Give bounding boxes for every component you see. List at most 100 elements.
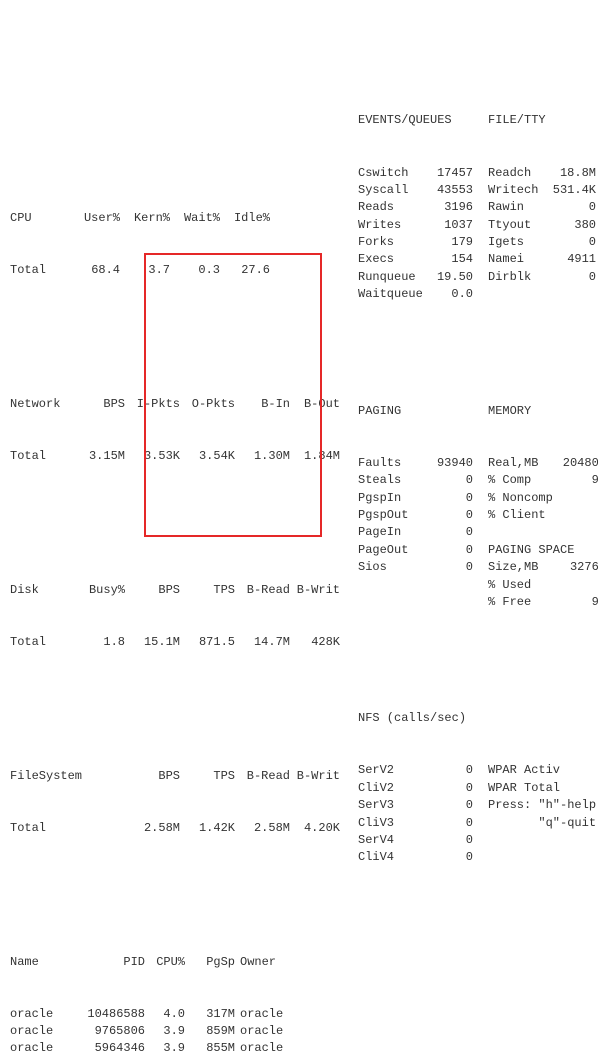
mem-val: 6 xyxy=(556,507,598,524)
fs-total-row: Total2.58M1.42K2.58M4.20K xyxy=(10,820,340,837)
cpu-h4: Idle% xyxy=(220,210,270,227)
event-val: 3196 xyxy=(428,199,473,216)
mem-name: % Client xyxy=(488,507,556,524)
nfs-val: 0 xyxy=(428,762,473,779)
file-name xyxy=(488,286,546,303)
proc-h2: CPU% xyxy=(145,954,185,971)
cpu-h3: Wait% xyxy=(170,210,220,227)
fs-bread: 2.58M xyxy=(235,820,290,837)
events-file-row: Writes1037Ttyout380 xyxy=(358,217,598,234)
event-name: Runqueue xyxy=(358,269,428,286)
nfs-wpar-row: SerV30Press: "h"-help xyxy=(358,797,598,814)
disk-total-label: Total xyxy=(10,634,70,651)
disk-tps: 871.5 xyxy=(180,634,235,651)
file-name: Namei xyxy=(488,251,546,268)
r-headers-row: EVENTS/QUEUESFILE/TTY xyxy=(358,112,598,129)
wpar-name: WPAR Activ xyxy=(488,762,568,779)
paging-val: 0 xyxy=(428,542,473,559)
cpu-idle: 27.6 xyxy=(220,262,270,279)
disk-h0: Disk xyxy=(10,582,70,599)
net-bout: 1.84M xyxy=(290,448,340,465)
file-name: Rawin xyxy=(488,199,546,216)
net-h4: B-In xyxy=(235,396,290,413)
proc-pgsp: 317M xyxy=(185,1006,235,1023)
event-name: Execs xyxy=(358,251,428,268)
mem-name: % Used xyxy=(488,577,556,594)
net-bps: 3.15M xyxy=(70,448,125,465)
file-val: 18.8M xyxy=(546,165,596,182)
paging-mem-row: Sios0Size,MB32768 xyxy=(358,559,598,576)
events-file-row: Syscall43553Writech531.4K xyxy=(358,182,598,199)
events-file-row: Execs154Namei4911 xyxy=(358,251,598,268)
event-val: 17457 xyxy=(428,165,473,182)
paging-val: 0 xyxy=(428,472,473,489)
events-file-row: Reads3196 Rawin0 xyxy=(358,199,598,216)
disk-h2: BPS xyxy=(125,582,180,599)
cpu-total-row: Total68.43.70.327.6 xyxy=(10,262,340,279)
proc-owner: oracle xyxy=(235,1023,295,1040)
paging-name: PageOut xyxy=(358,542,428,559)
proc-pgsp: 859M xyxy=(185,1023,235,1040)
help-text: "q"-quit xyxy=(488,815,598,832)
fs-total-label: Total xyxy=(10,820,125,837)
file-val xyxy=(546,286,596,303)
proc-h3: PgSp xyxy=(185,954,235,971)
cpu-wait: 0.3 xyxy=(170,262,220,279)
proc-owner: oracle xyxy=(235,1040,295,1057)
fs-h4: B-Writ xyxy=(290,768,340,785)
proc-row: oracle59643463.9855Moracle xyxy=(10,1040,340,1057)
disk-h5: B-Writ xyxy=(290,582,340,599)
proc-cpu: 3.9 xyxy=(145,1040,185,1057)
disk-bread: 14.7M xyxy=(235,634,290,651)
file-name: Readch xyxy=(488,165,546,182)
disk-total-row: Total1.815.1M871.514.7M428K xyxy=(10,634,340,651)
event-name: Reads xyxy=(358,199,428,216)
proc-pid: 5964346 xyxy=(70,1040,145,1057)
nfs-header-row: NFS (calls/sec) xyxy=(358,710,598,727)
net-h1: BPS xyxy=(70,396,125,413)
nfs-name: CliV3 xyxy=(358,815,428,832)
proc-h1: PID xyxy=(70,954,145,971)
paging-val xyxy=(428,594,473,611)
file-name: Dirblk xyxy=(488,269,546,286)
cpu-h2: Kern% xyxy=(120,210,170,227)
events-file-row: Waitqueue0.0 xyxy=(358,286,598,303)
file-name: Igets xyxy=(488,234,546,251)
proc-row: oracle104865884.0317Moracle xyxy=(10,1006,340,1023)
events-header: EVENTS/QUEUES xyxy=(358,112,468,129)
file-name: Ttyout xyxy=(488,217,546,234)
proc-name: oracle xyxy=(10,1006,70,1023)
paging-mem-row: PageOut0PAGING SPACE xyxy=(358,542,598,559)
disk-bwrit: 428K xyxy=(290,634,340,651)
proc-name: oracle xyxy=(10,1040,70,1057)
mem-val: 204800 xyxy=(556,455,598,472)
disk-header-row: DiskBusy%BPSTPSB-ReadB-Writ xyxy=(10,582,340,599)
mem-name: % Noncomp xyxy=(488,490,556,507)
nfs-wpar-row: CliV40 xyxy=(358,849,598,866)
net-total-label: Total xyxy=(10,448,70,465)
event-name: Syscall xyxy=(358,182,428,199)
net-h5: B-Out xyxy=(290,396,340,413)
proc-header-row: NamePIDCPU%PgSpOwner xyxy=(10,954,340,971)
nfs-wpar-row: SerV40 xyxy=(358,832,598,849)
mem-name: % Free xyxy=(488,594,556,611)
paging-mem-row: % Free98 xyxy=(358,594,598,611)
mem-val: 32768 xyxy=(556,559,598,576)
event-val: 43553 xyxy=(428,182,473,199)
disk-bps: 15.1M xyxy=(125,634,180,651)
mem-name: Size,MB xyxy=(488,559,556,576)
redacted-header xyxy=(10,112,340,140)
fs-header-row: FileSystemBPSTPSB-ReadB-Writ xyxy=(10,768,340,785)
net-h2: I-Pkts xyxy=(125,396,180,413)
file-val: 531.4K xyxy=(546,182,596,199)
nfs-val: 0 xyxy=(428,832,473,849)
paging-name: Steals xyxy=(358,472,428,489)
mem-val: 2 xyxy=(556,577,598,594)
file-val: 0 xyxy=(546,199,596,216)
net-bin: 1.30M xyxy=(235,448,290,465)
fs-h3: B-Read xyxy=(235,768,290,785)
nfs-name: SerV2 xyxy=(358,762,428,779)
paging-header: PAGING xyxy=(358,403,468,420)
event-val: 154 xyxy=(428,251,473,268)
help-text: Press: "h"-help xyxy=(488,797,598,814)
